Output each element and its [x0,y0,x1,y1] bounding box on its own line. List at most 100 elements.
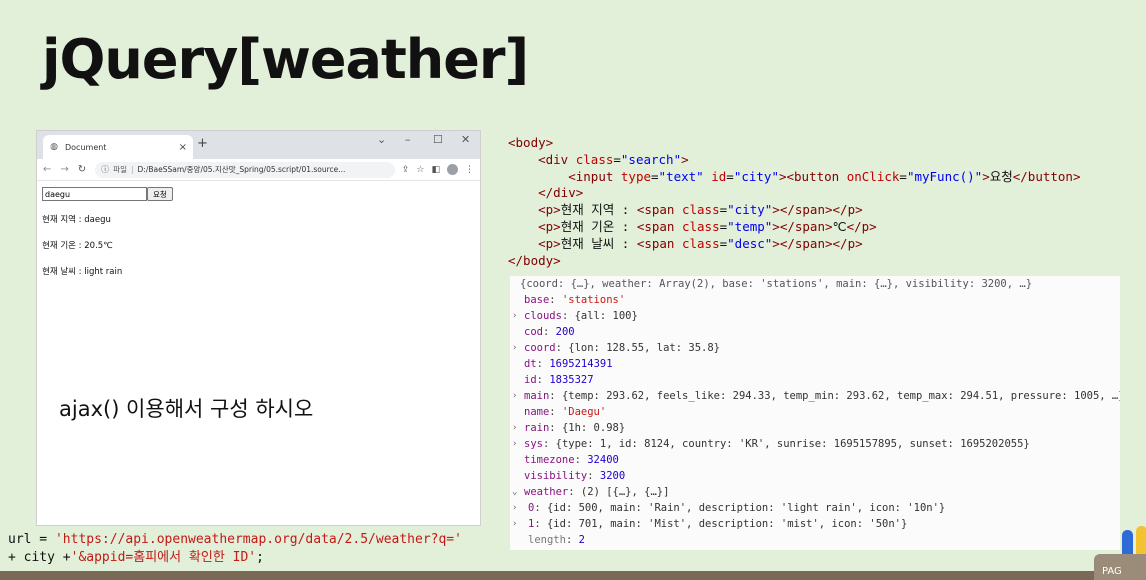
slide-title: jQuery[weather] [42,28,529,91]
console-key: id [524,374,537,386]
address-text: D:/BaeSSam/중앙/05.지산맛_Spring/05.script/01… [137,165,346,174]
close-window-button[interactable]: ✕ [461,133,470,146]
console-value: 1835327 [549,374,594,386]
url-line1-string: 'https://api.openweathermap.org/data/2.5… [54,532,462,547]
expand-arrow-icon[interactable]: › [512,308,517,324]
expand-arrow-icon[interactable]: › [512,436,517,452]
browser-toolbar: ← → ↻ ⓘ 파일 | D:/BaeSSam/중앙/05.지산맛_Spring… [37,159,480,181]
code-line: </body> [508,252,561,268]
console-row: length: 2 [516,532,1120,548]
minimize-button[interactable]: – [405,133,411,146]
expand-arrow-icon[interactable]: › [512,340,517,356]
console-colon: : [549,390,562,402]
console-row: visibility: 3200 [516,468,1120,484]
console-value: 32400 [587,454,619,466]
tab-bar: ◍ Document × + ⌄ – ☐ ✕ [37,131,480,159]
console-colon: : [542,326,556,338]
console-colon: : [542,438,556,450]
star-icon[interactable]: ☆ [416,165,424,175]
console-value: {temp: 293.62, feels_like: 294.33, temp_… [561,390,1120,402]
tab-title: Document [65,142,107,152]
console-key: name [524,406,550,418]
console-row: {coord: {…}, weather: Array(2), base: 's… [516,276,1120,292]
expand-arrow-icon[interactable]: › [512,388,517,404]
console-value: 1695214391 [549,358,613,370]
console-row: cod: 200 [516,324,1120,340]
console-value: {all: 100} [574,310,638,322]
console-key: visibility [524,470,588,482]
code-line: <body> [508,135,554,150]
console-row: name: 'Daegu' [516,404,1120,420]
url-line1-prefix: url = [8,532,55,547]
maximize-button[interactable]: ☐ [433,133,443,146]
expand-arrow-icon[interactable]: › [512,420,517,436]
sidepanel-icon[interactable]: ◧ [431,165,440,175]
back-icon[interactable]: ← [43,164,51,175]
address-scheme: 파일 [113,165,127,174]
console-key: sys [524,438,543,450]
console-value: {id: 701, main: 'Mist', description: 'mi… [546,518,908,530]
code-line: <input type="text" id="city"><button onC… [568,168,1081,184]
console-colon: : [549,422,562,434]
bottom-bar [0,571,1146,580]
pencil-yellow-icon [1136,526,1146,556]
console-value: {1h: 0.98} [561,422,626,434]
console-key: main [524,390,550,402]
console-key: weather [524,486,569,498]
console-row[interactable]: ⌄ weather: (2) [{…}, {…}] [512,484,1120,500]
console-summary: {coord: {…}, weather: Array(2), base: 's… [520,278,1033,290]
result-temp: 현재 기온 : 20.5℃ [42,241,113,251]
console-value: 'Daegu' [561,406,607,418]
url-code: url = 'https://api.openweathermap.org/da… [8,531,462,567]
forward-icon[interactable]: → [60,164,68,175]
console-colon: : [536,374,550,386]
url-line2-suffix: ; [256,550,264,565]
expand-arrow-icon[interactable]: › [512,500,517,516]
expand-arrow-icon[interactable]: ⌄ [512,484,517,500]
console-row[interactable]: › 1: {id: 701, main: 'Mist', description:… [512,516,1120,532]
code-line: <div class="search"> [538,151,689,167]
console-colon: : [536,358,550,370]
console-row: base: 'stations' [516,292,1120,308]
console-colon: : [568,486,581,498]
profile-avatar[interactable] [447,164,458,175]
pencil-blue-icon [1122,530,1133,556]
code-line: <p>현재 날씨 : <span class="desc"></span></p… [538,235,863,251]
console-row[interactable]: › sys: {type: 1, id: 8124, country: 'KR',… [512,436,1120,452]
menu-icon[interactable]: ⋮ [465,165,474,175]
reload-icon[interactable]: ↻ [78,164,86,175]
console-colon: : [549,294,562,306]
html-code-block: <body> <div class="search"> <input type=… [508,135,1081,269]
tab-search-icon[interactable]: ⌄ [377,133,386,146]
console-row[interactable]: › coord: {lon: 128.55, lat: 35.8} [512,340,1120,356]
console-key: coord [524,342,556,354]
console-key: base [524,294,550,306]
search-form: 요청 [42,187,475,201]
code-line: <p>현재 지역 : <span class="city"></span></p… [538,202,863,218]
console-colon: : [534,518,547,530]
result-city: 현재 지역 : daegu [42,215,111,225]
result-desc: 현재 날씨 : light rain [42,267,123,277]
share-icon[interactable]: ⇪ [402,165,410,175]
console-colon: : [534,502,547,514]
new-tab-button[interactable]: + [197,136,208,151]
instruction-note: ajax() 이용해서 구성 하시오 [59,397,314,421]
console-value: (2) [{…}, {…}] [580,486,670,498]
console-row: id: 1835327 [516,372,1120,388]
console-row[interactable]: › clouds: {all: 100} [512,308,1120,324]
console-value: {type: 1, id: 8124, country: 'KR', sunri… [555,438,1030,450]
browser-tab[interactable]: ◍ Document × [43,135,193,159]
console-row[interactable]: › main: {temp: 293.62, feels_like: 294.33… [512,388,1120,404]
code-line: <p>현재 기온 : <span class="temp"></span>℃</… [538,218,877,234]
code-line: </div> [538,185,584,201]
console-key: clouds [524,310,562,322]
expand-arrow-icon[interactable]: › [512,516,517,532]
address-bar[interactable]: ⓘ 파일 | D:/BaeSSam/중앙/05.지산맛_Spring/05.sc… [95,161,395,178]
console-value: 2 [578,534,585,546]
request-button[interactable]: 요청 [147,187,173,201]
console-row[interactable]: › 0: {id: 500, main: 'Rain', description:… [512,500,1120,516]
close-tab-icon[interactable]: × [179,142,187,153]
city-input[interactable] [42,187,147,201]
info-icon[interactable]: ⓘ [101,164,109,175]
console-row[interactable]: › rain: {1h: 0.98} [512,420,1120,436]
